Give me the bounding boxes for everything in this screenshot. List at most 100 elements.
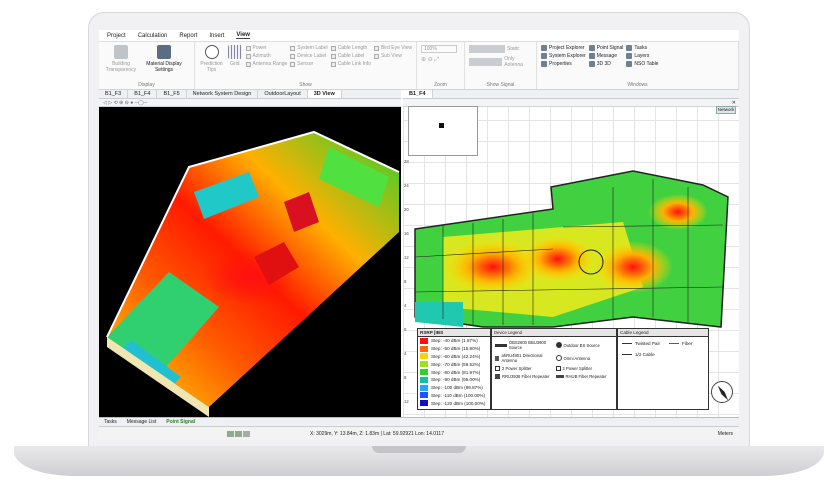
checkbox-icon (330, 45, 336, 51)
compass-needle-icon (717, 385, 729, 401)
3d-view-pane[interactable]: ◁ ▷ ⟲ ⊕ ⊖ ● ─◯─ (99, 99, 401, 417)
message-button[interactable]: Message (588, 53, 624, 59)
azimuth-checkbox[interactable]: Azimuth (245, 53, 288, 59)
tasks-button[interactable]: Tasks (626, 45, 658, 51)
checkbox-icon (290, 53, 296, 59)
device-item-label: RRU3936 Fiber Repeater (502, 374, 550, 379)
checkbox-icon (245, 53, 251, 59)
device-item: Outdoor BS Source (555, 340, 614, 350)
tab-message-list[interactable]: Message List (122, 419, 161, 425)
project-explorer-button[interactable]: Project Explorer (541, 45, 586, 51)
cable-link-info-checkbox[interactable]: Cable Link Info (330, 61, 371, 67)
device-item: OBS2600 BBU3900 Source (495, 340, 553, 350)
grid-button[interactable]: Grid (227, 45, 242, 81)
legend-swatch (420, 376, 428, 383)
status-view-buttons[interactable] (227, 430, 250, 437)
legend-row-label: Step: -90 dBm (95.00%) (431, 377, 481, 383)
window-icon (588, 53, 595, 59)
close-icon[interactable]: ✕ (732, 100, 736, 106)
view-button-icon (243, 430, 250, 437)
prediction-tips-label: Prediction Tips (200, 61, 223, 73)
system-label-checkbox[interactable]: System Label (290, 45, 328, 51)
ruler-label: 28 (404, 159, 409, 164)
plan-hotspot-3 (593, 241, 673, 293)
legend-row: Step: -90 dBm (95.00%) (418, 376, 490, 384)
tab-b1-f5[interactable]: B1_F5 (157, 90, 187, 98)
system-explorer-button[interactable]: System Explorer (541, 53, 586, 59)
sub-view-checkbox[interactable]: Sub View (373, 53, 412, 59)
power-checkbox[interactable]: Power (245, 45, 288, 51)
device-item: RRU3936 Fiber Repeater (495, 374, 553, 379)
prediction-tips-button[interactable]: Prediction Tips (199, 45, 224, 81)
checkbox-icon (373, 45, 379, 51)
window-icon (541, 53, 547, 59)
cable-length-checkbox[interactable]: Cable Length (330, 45, 371, 51)
cable-legend-list: Twisted Pair Fiber 1/2 Cable (618, 337, 708, 361)
tab-3d-view[interactable]: 3D View (307, 90, 342, 98)
menu-view[interactable]: View (236, 32, 250, 39)
properties-button[interactable]: Properties (541, 61, 586, 67)
tab-point-signal[interactable]: Point Signal (161, 419, 200, 425)
tab-b1-f4[interactable]: B1_F4 (128, 90, 158, 98)
show-col1: Power Azimuth Antenna Range (245, 45, 288, 81)
only-antenna-toggle[interactable] (469, 58, 503, 66)
ribbon-group-zoom: 100% ⊕ ⊖ ⤢ Zoom (417, 42, 465, 89)
3d-button[interactable]: 3D 3D (588, 61, 624, 67)
tab-tasks[interactable]: Tasks (99, 419, 122, 425)
material-display-button[interactable]: Material Display Settings (142, 45, 186, 81)
static-toggle[interactable] (469, 45, 505, 53)
menu-calculation[interactable]: Calculation (138, 33, 168, 39)
legend-row-label: Step: -110 dBm (100.00%) (431, 392, 486, 398)
cable-label-checkbox[interactable]: Cable Label (330, 53, 371, 59)
window-icon (588, 45, 595, 51)
material-display-label: Material Display Settings (146, 61, 182, 73)
show-signal-group-label: Show Signal (486, 82, 515, 88)
building-icon (114, 45, 128, 59)
device-item: RHUB Fiber Repeater (555, 374, 614, 379)
tab-b1-f3[interactable]: B1_F3 (99, 90, 129, 98)
zoom-select[interactable]: 100% (421, 45, 457, 53)
ruler-label: 12 (404, 399, 409, 404)
menu-project[interactable]: Project (107, 33, 126, 39)
legend-swatch (420, 369, 428, 376)
static-row: Static (469, 45, 532, 53)
cable-item-label: Fiber (682, 341, 693, 346)
legend-swatch (420, 400, 428, 407)
cable-legend-title: Cable Legend (618, 329, 708, 337)
signal-legend-title: RSRP [IBS (418, 329, 490, 337)
only-antenna-row: Only Antenna (469, 56, 532, 68)
point-signal-button[interactable]: Point Signal (588, 45, 624, 51)
speech-bubble-icon (204, 45, 219, 59)
device-label-checkbox[interactable]: Device Label (290, 53, 327, 59)
static-label: Static (507, 46, 520, 52)
legend-row: Step: -70 dBm (59.52%) (418, 360, 490, 368)
outdoor-bs-icon (555, 342, 562, 348)
nso-table-button[interactable]: NSO Table (626, 61, 658, 67)
minimap[interactable] (408, 106, 478, 156)
tab-outdoor-layout[interactable]: OutdoorLayout (258, 90, 308, 98)
tab-b1-f4-right[interactable]: B1_F4 (403, 90, 433, 98)
ruler-label: 8 (404, 375, 407, 380)
tab-network-system-design[interactable]: Network System Design (187, 90, 259, 98)
device-item-label: 2 Power Splitter (562, 366, 593, 371)
device-item-label: Omni Antenna (563, 355, 591, 361)
antenna-range-checkbox[interactable]: Antenna Range (245, 61, 287, 67)
building-transparency-button[interactable]: Building Transparency (103, 45, 139, 81)
checkbox-icon (290, 61, 296, 67)
legend-swatch (420, 345, 428, 352)
show-group-label: Show (299, 82, 312, 88)
menu-insert[interactable]: Insert (209, 33, 224, 39)
floor-plan-pane[interactable]: ✕ Network 28 24 20 16 12 8 4 0 4 8 12 RS… (403, 99, 739, 417)
layers-button[interactable]: Layers (626, 53, 658, 59)
menu-report[interactable]: Report (179, 33, 197, 39)
ruler-label: 4 (404, 351, 407, 356)
legend-swatch (420, 337, 428, 344)
bird-eye-view-checkbox[interactable]: Bird Eye View (373, 45, 412, 51)
sensor-checkbox[interactable]: Sensor (290, 61, 327, 67)
status-units: Meters (717, 430, 733, 437)
properties-label: Properties (549, 61, 572, 67)
legend-swatch (420, 392, 428, 399)
point-signal-label: Point Signal (596, 45, 624, 51)
floor-plan-heatmap (414, 170, 729, 328)
show-col4: Bird Eye View Sub View (373, 45, 412, 81)
